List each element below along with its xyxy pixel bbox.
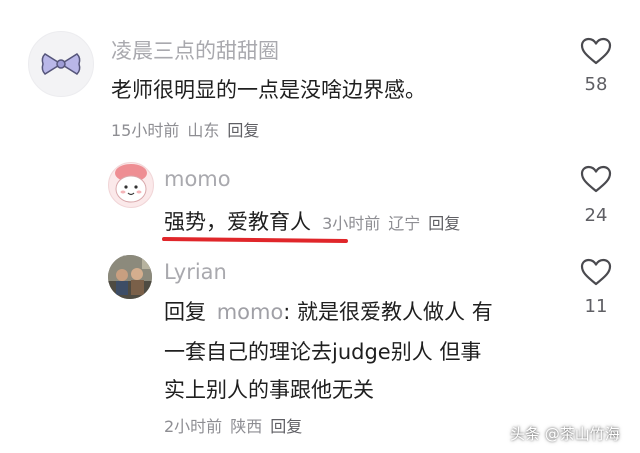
comment-text-line-1: 回复 momo: 就是很爱教人做人 有 <box>164 296 493 326</box>
timestamp: 15小时前 <box>111 121 180 140</box>
reply-button[interactable]: 回复 <box>227 121 259 140</box>
like-count: 58 <box>584 74 608 95</box>
watermark: 头条 @茶山竹海 <box>510 425 620 443</box>
comment-text: : 就是很爱教人做人 有 <box>283 300 493 324</box>
comment-meta: 15小时前 山东 回复 <box>111 117 259 141</box>
avatar[interactable] <box>28 31 94 97</box>
avatar[interactable] <box>108 162 154 208</box>
avatar[interactable] <box>108 255 152 299</box>
like-count: 24 <box>584 205 608 226</box>
timestamp: 3小时前 <box>322 214 381 233</box>
location: 辽宁 <box>388 214 421 233</box>
username[interactable]: 凌晨三点的甜甜圈 <box>111 35 279 65</box>
timestamp: 2小时前 <box>164 417 223 436</box>
cartoon-face-avatar <box>115 164 147 203</box>
comment-text-line-2: 一套自己的理论去judge别人 但事 <box>164 340 482 364</box>
bow-icon <box>41 53 81 75</box>
comment-line: 强势，爱教育人 3小时前 辽宁 回复 <box>164 206 460 236</box>
reply-button[interactable]: 回复 <box>428 214 460 233</box>
comment-text: 老师很明显的一点是没啥边界感。 <box>111 78 426 102</box>
heart-icon[interactable] <box>580 37 612 65</box>
mention-link[interactable]: momo <box>217 300 284 324</box>
location: 陕西 <box>230 417 263 436</box>
reply-item: momo 强势，爱教育人 3小时前 辽宁 回复 24 <box>0 150 640 250</box>
username[interactable]: momo <box>164 167 231 191</box>
like-count: 11 <box>584 296 608 317</box>
location: 山东 <box>187 121 220 140</box>
reply-prefix: 回复 <box>164 300 206 324</box>
comment-text-line-3: 实上别人的事跟他无关 <box>164 378 374 402</box>
heart-icon[interactable] <box>580 258 612 286</box>
comment-item: 凌晨三点的甜甜圈 老师很明显的一点是没啥边界感。 15小时前 山东 回复 58 <box>0 0 640 150</box>
comment-text: 强势，爱教育人 <box>164 210 311 234</box>
username[interactable]: Lyrian <box>164 260 227 284</box>
highlight-underline <box>161 237 349 243</box>
comment-meta: 3小时前 辽宁 回复 <box>322 214 460 233</box>
reply-button[interactable]: 回复 <box>270 417 302 436</box>
heart-icon[interactable] <box>580 165 612 193</box>
photo-avatar <box>108 255 152 299</box>
comment-meta: 2小时前 陕西 回复 <box>164 413 302 437</box>
